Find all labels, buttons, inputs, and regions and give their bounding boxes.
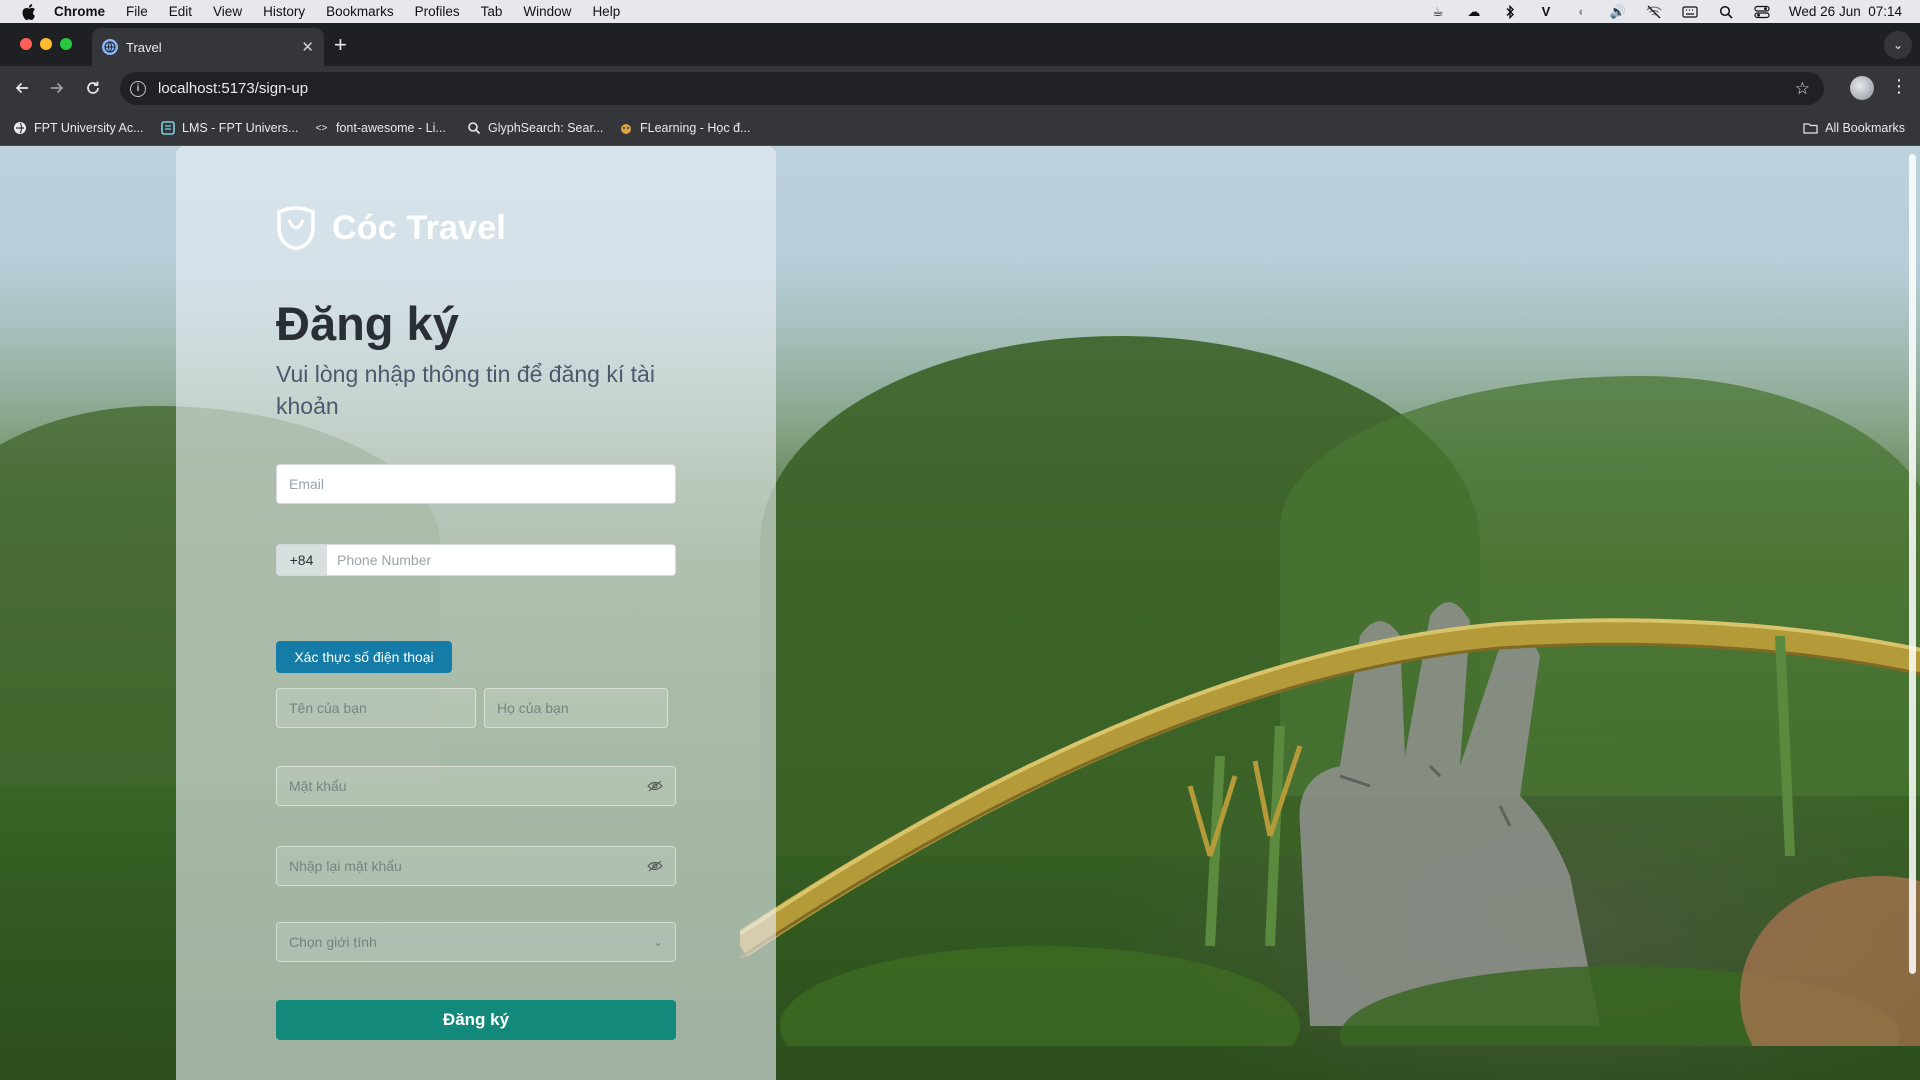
flearning-icon <box>618 121 633 136</box>
control-center-icon[interactable] <box>1753 5 1771 19</box>
glyphsearch-icon <box>466 121 481 136</box>
gender-placeholder: Chọn giới tính <box>289 934 377 950</box>
browser-toolbar: i localhost:5173/sign-up ☆ ⋮ <box>0 66 1920 110</box>
bookmark-item[interactable]: <> font-awesome - Li... <box>314 119 446 137</box>
bookmark-label: FLearning - Học đ... <box>640 121 751 135</box>
apple-menu-icon[interactable] <box>20 3 38 20</box>
password-field[interactable]: Mật khẩu <box>276 766 676 806</box>
phone-placeholder: Phone Number <box>337 552 432 568</box>
signup-submit-button[interactable]: Đăng ký <box>276 1000 676 1040</box>
tab-search-chevron-icon[interactable]: ⌄ <box>1884 31 1912 59</box>
bookmark-item[interactable]: GlyphSearch: Sear... <box>466 119 603 137</box>
focus-icon[interactable]: ◐ <box>1573 4 1591 19</box>
tab-strip: Travel ✕ + ⌄ <box>0 23 1920 66</box>
url-text[interactable]: localhost:5173/sign-up <box>158 80 308 97</box>
forward-arrow-icon[interactable] <box>45 76 69 100</box>
phone-field: +84 Phone Number <box>276 544 676 576</box>
bookmark-label: GlyphSearch: Sear... <box>488 121 604 135</box>
menu-help[interactable]: Help <box>592 4 620 19</box>
bookmark-label: font-awesome - Li... <box>336 121 446 135</box>
brand: Cóc Travel <box>276 206 506 250</box>
menu-tab[interactable]: Tab <box>481 4 503 19</box>
menu-edit[interactable]: Edit <box>169 4 192 19</box>
vpn-icon[interactable]: V <box>1537 4 1555 19</box>
tab-close-icon[interactable]: ✕ <box>301 38 314 56</box>
last-name-field[interactable]: Họ của bạn <box>484 688 668 728</box>
page-title: Đăng ký <box>276 297 459 350</box>
eye-slash-icon[interactable] <box>647 859 663 873</box>
address-bar[interactable]: i localhost:5173/sign-up ☆ <box>120 72 1824 105</box>
brand-name: Cóc Travel <box>332 208 506 247</box>
menu-profiles[interactable]: Profiles <box>415 4 460 19</box>
all-bookmarks[interactable]: All Bookmarks <box>1803 119 1905 137</box>
tab-title: Travel <box>126 39 162 55</box>
globe-icon <box>102 39 118 55</box>
reload-icon[interactable] <box>81 76 105 100</box>
profile-avatar[interactable] <box>1850 76 1874 100</box>
bookmark-item[interactable]: FPT University Ac... <box>12 119 144 137</box>
bookmarks-bar: FPT University Ac... LMS - FPT Univers..… <box>0 110 1920 146</box>
email-field[interactable]: Email <box>276 464 676 504</box>
first-name-placeholder: Tên của bạn <box>289 700 367 716</box>
page-subtitle: Vui lòng nhập thông tin để đăng kí tài k… <box>276 361 655 419</box>
menu-file[interactable]: File <box>126 4 148 19</box>
email-placeholder: Email <box>289 476 325 492</box>
menu-history[interactable]: History <box>263 4 305 19</box>
phone-number-input[interactable]: Phone Number <box>326 544 676 576</box>
folder-icon <box>1803 121 1818 136</box>
menu-app-name[interactable]: Chrome <box>54 4 105 19</box>
site-info-icon[interactable]: i <box>130 80 146 97</box>
golden-bridge-image <box>740 602 1920 1046</box>
coffee-icon[interactable]: ☕ <box>1429 4 1447 19</box>
bookmark-item[interactable]: FLearning - Học đ... <box>618 119 750 137</box>
macos-menu-bar: Chrome File Edit View History Bookmarks … <box>0 0 1920 23</box>
lms-icon <box>160 121 175 136</box>
bookmark-item[interactable]: LMS - FPT Univers... <box>160 119 298 137</box>
back-arrow-icon[interactable] <box>10 76 34 100</box>
bluetooth-icon[interactable] <box>1501 4 1519 19</box>
country-code-prefix[interactable]: +84 <box>276 544 326 576</box>
password-placeholder: Mật khẩu <box>289 778 347 794</box>
confirm-password-field[interactable]: Nhập lại mật khẩu <box>276 846 676 886</box>
bookmark-label: LMS - FPT Univers... <box>182 121 299 135</box>
signup-card: Cóc Travel Đăng ký Vui lòng nhập thông t… <box>176 146 776 1080</box>
spotlight-search-icon[interactable] <box>1717 5 1735 19</box>
window-minimize-button[interactable] <box>40 38 52 50</box>
toad-logo-icon <box>277 206 315 250</box>
window-zoom-button[interactable] <box>60 38 72 50</box>
bookmark-label: FPT University Ac... <box>34 121 144 135</box>
menubar-clock[interactable]: Wed 26 Jun 07:14 <box>1789 4 1902 19</box>
eye-slash-icon[interactable] <box>647 779 663 793</box>
wifi-off-icon[interactable] <box>1645 5 1663 19</box>
gender-select[interactable]: Chọn giới tính ⌄ <box>276 922 676 962</box>
all-bookmarks-label: All Bookmarks <box>1825 121 1905 135</box>
bookmark-star-icon[interactable]: ☆ <box>1795 79 1810 99</box>
last-name-placeholder: Họ của bạn <box>497 700 569 716</box>
tab-travel[interactable]: Travel ✕ <box>92 28 324 66</box>
chrome-menu-icon[interactable]: ⋮ <box>1890 76 1908 97</box>
volume-icon[interactable]: 🔊 <box>1609 4 1627 19</box>
page-viewport: Cóc Travel Đăng ký Vui lòng nhập thông t… <box>0 146 1920 1080</box>
fpt-globe-icon <box>12 121 27 136</box>
window-close-button[interactable] <box>20 38 32 50</box>
status-icons: ☕ ☁ V ◐ 🔊 Wed 26 Jun 07:14 <box>1429 0 1902 23</box>
cloud-icon[interactable]: ☁ <box>1465 4 1483 19</box>
confirm-password-placeholder: Nhập lại mật khẩu <box>289 858 402 874</box>
keyboard-icon[interactable] <box>1681 5 1699 19</box>
menu-bookmarks[interactable]: Bookmarks <box>326 4 394 19</box>
new-tab-button[interactable]: + <box>334 33 347 57</box>
first-name-field[interactable]: Tên của bạn <box>276 688 476 728</box>
verify-phone-button[interactable]: Xác thực số điện thoại <box>276 641 452 673</box>
code-icon: <> <box>315 122 328 134</box>
page-scrollbar[interactable] <box>1909 154 1916 974</box>
chevron-down-icon: ⌄ <box>652 935 663 949</box>
menu-window[interactable]: Window <box>523 4 571 19</box>
menu-view[interactable]: View <box>213 4 242 19</box>
